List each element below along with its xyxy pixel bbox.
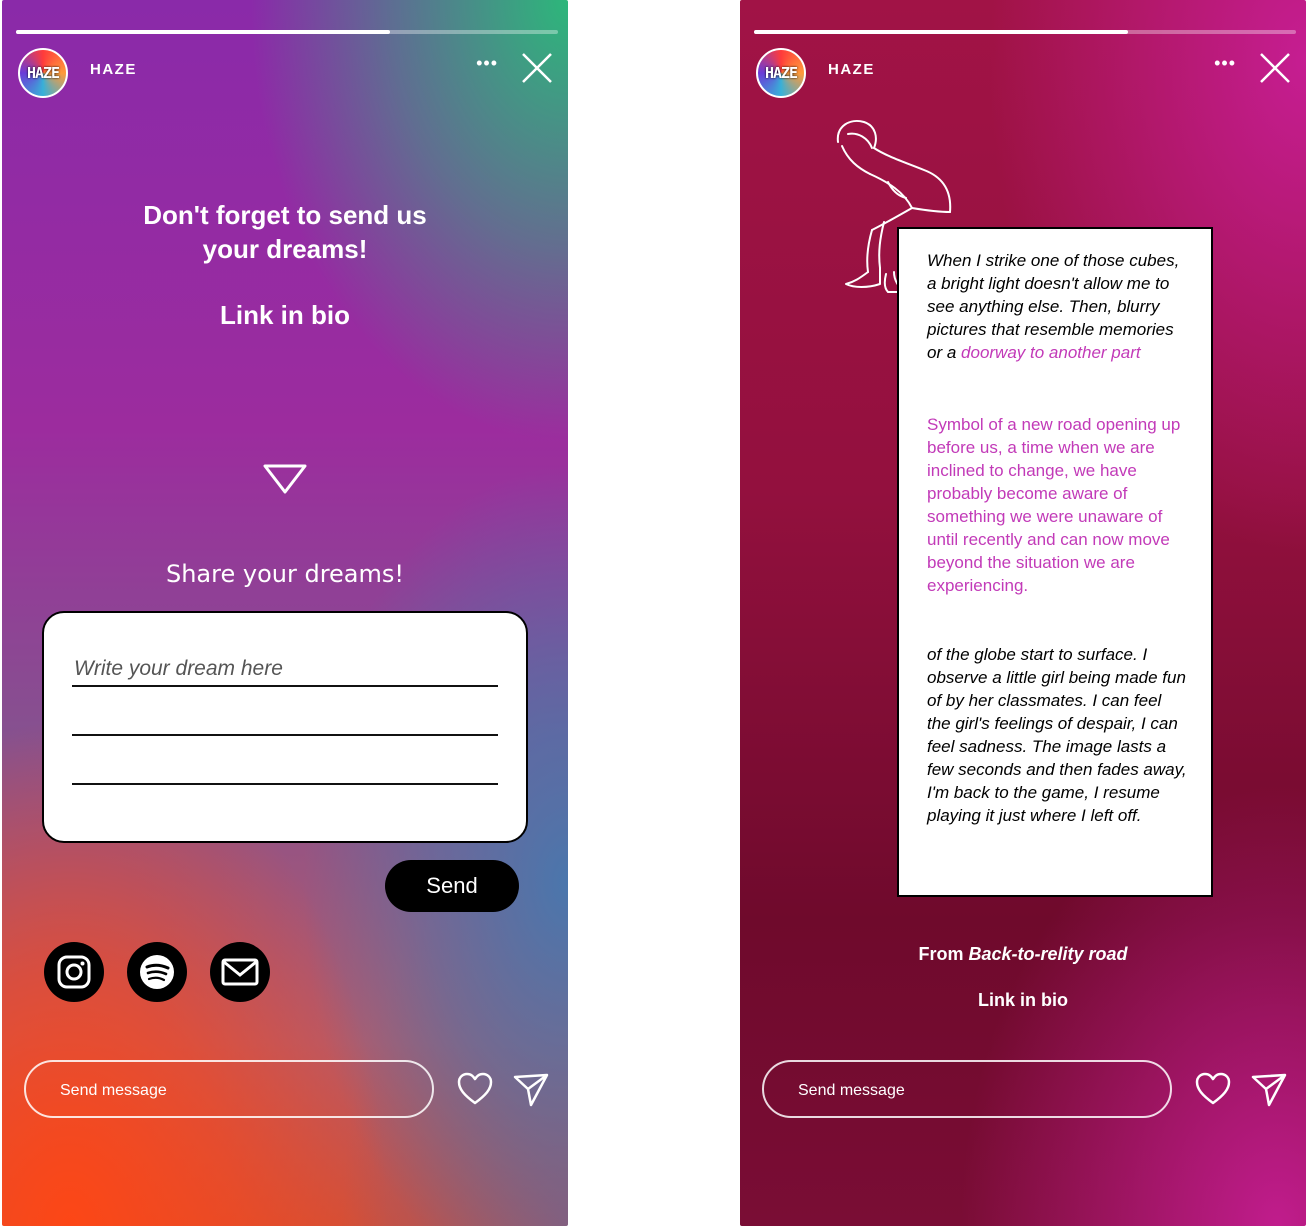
more-options-icon[interactable]: ••• [476,54,498,72]
spotify-button[interactable] [127,942,187,1002]
story-header: HAZE HAZE ••• [756,46,1294,98]
link-in-bio-text: Link in bio [978,990,1068,1010]
avatar-logo-text: HAZE [764,64,798,82]
story-left: HAZE HAZE ••• Don't forget to send us yo… [2,0,568,1226]
avatar-logo-text: HAZE [26,64,60,82]
instagram-button[interactable] [44,942,104,1002]
story-header: HAZE HAZE ••• [18,46,556,98]
direct-send-icon[interactable] [1250,1071,1288,1109]
mail-button[interactable] [210,942,270,1002]
heart-icon[interactable] [456,1071,494,1107]
dream-input-line [72,734,498,736]
spotify-icon [140,955,174,989]
story-progress-bar [754,30,1296,34]
send-message-placeholder: Send message [60,1082,167,1099]
story-progress-fill [754,30,1128,34]
quote-highlight: doorway to another part [961,343,1141,362]
account-name[interactable]: HAZE [90,61,137,78]
send-message-input[interactable]: Send message [762,1060,1172,1118]
source-title: Back-to-relity road [968,944,1128,964]
quote-paragraph-1: When I strike one of those cubes, a brig… [927,249,1189,364]
instagram-icon [57,955,91,989]
send-dream-button[interactable]: Send [385,860,519,912]
close-icon[interactable] [1258,51,1292,85]
headline-line-2: your dreams! [202,234,368,264]
send-message-input[interactable]: Send message [24,1060,434,1118]
close-icon[interactable] [520,51,554,85]
mail-icon [221,958,259,986]
avatar[interactable]: HAZE [18,48,68,98]
story-progress-bar [16,30,558,34]
dream-input-line [72,685,498,687]
dream-input-line [72,783,498,785]
dream-input-box[interactable]: Write your dream here [42,611,528,843]
send-message-placeholder: Send message [798,1082,905,1099]
heart-icon[interactable] [1194,1071,1232,1107]
down-triangle-icon [263,464,307,494]
source-prefix: From [918,944,969,964]
quote-paragraph-3: of the globe start to surface. I observe… [927,645,1187,825]
source-line: From Back-to-relity road [740,944,1306,965]
link-in-bio-text: Link in bio [220,300,350,330]
story-headline: Don't forget to send us your dreams! [2,198,568,266]
account-name[interactable]: HAZE [828,61,875,78]
share-dreams-title: Share your dreams! [165,560,405,588]
story-right: HAZE HAZE ••• When I strike one of those… [740,0,1306,1226]
story-progress-fill [16,30,390,34]
dream-input-placeholder[interactable]: Write your dream here [74,657,283,681]
headline-line-1: Don't forget to send us [143,200,427,230]
quote-paragraph-2: Symbol of a new road opening up before u… [927,415,1181,595]
direct-send-icon[interactable] [512,1071,550,1109]
quote-card: When I strike one of those cubes, a brig… [897,227,1213,897]
more-options-icon[interactable]: ••• [1214,54,1236,72]
avatar[interactable]: HAZE [756,48,806,98]
